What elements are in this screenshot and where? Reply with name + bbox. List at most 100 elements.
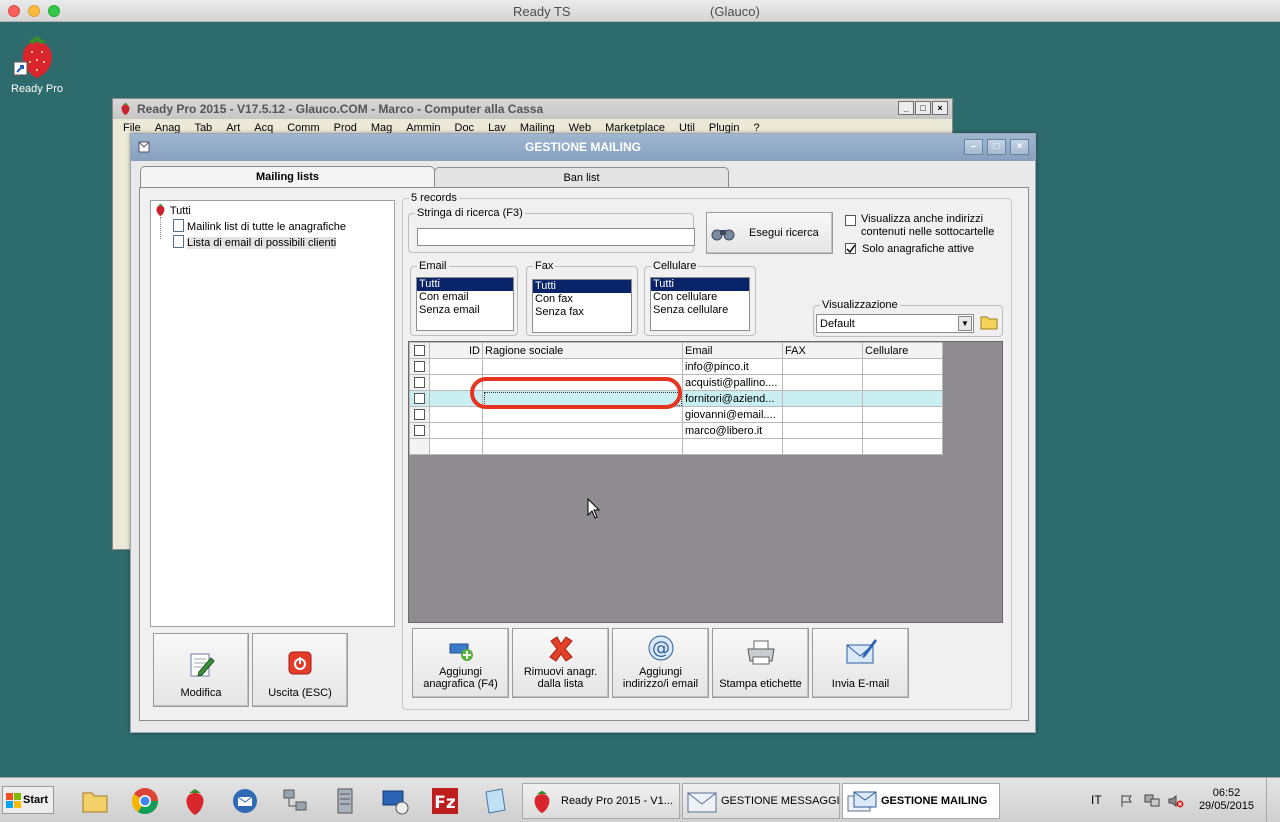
- aggiungi-anagrafica-label: Aggiungi anagrafica (F4): [423, 666, 498, 690]
- column-header-fax[interactable]: FAX: [782, 342, 863, 359]
- fax-filter-list[interactable]: Tutti Con fax Senza fax: [532, 279, 632, 333]
- fax-filter-option[interactable]: Senza fax: [533, 306, 631, 319]
- view-select[interactable]: Default ▼: [816, 314, 974, 333]
- column-header-cellulare[interactable]: Cellulare: [862, 342, 943, 359]
- network-tray-icon[interactable]: [1144, 794, 1160, 808]
- email-filter-option[interactable]: Con email: [417, 291, 513, 304]
- envelope-icon: [687, 792, 717, 813]
- show-desktop-button[interactable]: [1266, 778, 1280, 822]
- table-row[interactable]: info@pinco.it: [409, 358, 943, 375]
- speaker-muted-icon[interactable]: [1168, 794, 1184, 808]
- remove-x-icon: [548, 636, 573, 662]
- tab-mailing-lists[interactable]: Mailing lists: [140, 166, 435, 188]
- printer-icon: [746, 640, 775, 665]
- cell-filter-option[interactable]: Con cellulare: [651, 291, 749, 304]
- tray-clock[interactable]: 06:52 29/05/2015: [1199, 787, 1254, 813]
- main-app-title: Ready Pro 2015 - V17.5.12 - Glauco.COM -…: [137, 102, 544, 116]
- row-checkbox[interactable]: [409, 406, 430, 423]
- select-all-checkbox[interactable]: [409, 342, 430, 359]
- dialog-close-button[interactable]: ×: [1010, 139, 1029, 155]
- chevron-down-icon[interactable]: ▼: [958, 316, 972, 331]
- server-icon[interactable]: [330, 786, 360, 816]
- cell-name: [482, 422, 683, 439]
- aggiungi-email-label: Aggiungi indirizzo/i email: [622, 666, 699, 690]
- mailing-list-tree[interactable]: Tutti Mailink list di tutte le anagrafic…: [150, 200, 395, 627]
- search-input[interactable]: [417, 228, 695, 246]
- view-label: Visualizzazione: [820, 299, 900, 311]
- mac-window-user: (Glauco): [710, 4, 760, 19]
- cell-id: [429, 406, 483, 423]
- tree-item[interactable]: Mailink list di tutte le anagrafiche: [173, 219, 346, 233]
- filezilla-icon[interactable]: Fz: [430, 786, 460, 816]
- network-icon[interactable]: [280, 786, 310, 816]
- close-button[interactable]: ×: [932, 101, 948, 115]
- mac-minimize-button[interactable]: [28, 5, 40, 17]
- dialog-maximize-button[interactable]: □: [987, 139, 1006, 155]
- rimuovi-anagrafica-button[interactable]: Rimuovi anagr. dalla lista: [512, 628, 609, 698]
- aggiungi-anagrafica-button[interactable]: Aggiungi anagrafica (F4): [412, 628, 509, 698]
- tree-root[interactable]: Tutti: [154, 203, 191, 217]
- clock-time: 06:52: [1212, 787, 1241, 799]
- uscita-button[interactable]: Uscita (ESC): [252, 633, 348, 707]
- modifica-label: Modifica: [180, 687, 222, 699]
- table-row-empty[interactable]: [409, 438, 943, 455]
- empty-cell: [862, 438, 943, 455]
- email-filter-list[interactable]: Tutti Con email Senza email: [416, 277, 514, 331]
- tree-item-selected[interactable]: Lista di email di possibili clienti: [173, 235, 337, 249]
- email-filter-option[interactable]: Tutti: [417, 278, 513, 291]
- remote-desktop-icon[interactable]: [380, 786, 410, 816]
- cell-filter-option[interactable]: Tutti: [651, 278, 749, 291]
- cell-id: [429, 358, 483, 375]
- cell-filter-option[interactable]: Senza cellulare: [651, 304, 749, 317]
- empty-cell: [429, 438, 483, 455]
- modifica-button[interactable]: Modifica: [153, 633, 249, 707]
- tab-ban-list[interactable]: Ban list: [434, 167, 729, 187]
- folder-icon[interactable]: [980, 314, 998, 331]
- empty-cell: [782, 438, 863, 455]
- row-checkbox[interactable]: [409, 390, 430, 407]
- email-filter-group: Email Tutti Con email Senza email: [410, 260, 518, 336]
- row-checkbox[interactable]: [409, 358, 430, 375]
- empty-cell: [482, 438, 683, 455]
- maximize-button[interactable]: □: [915, 101, 931, 115]
- start-button[interactable]: Start: [2, 786, 54, 814]
- records-grid[interactable]: ID Ragione sociale Email FAX Cellulare i…: [408, 341, 1003, 623]
- column-header-id[interactable]: ID: [429, 342, 483, 359]
- thunderbird-icon[interactable]: [230, 786, 260, 816]
- fax-filter-option[interactable]: Con fax: [533, 293, 631, 306]
- taskbar-item-ready-pro[interactable]: Ready Pro 2015 - V1...: [522, 783, 680, 819]
- aggiungi-email-button[interactable]: @ Aggiungi indirizzo/i email: [612, 628, 709, 698]
- mac-close-button[interactable]: [8, 5, 20, 17]
- column-header-ragione-sociale[interactable]: Ragione sociale: [482, 342, 683, 359]
- email-filter-option[interactable]: Senza email: [417, 304, 513, 317]
- minimize-button[interactable]: _: [898, 101, 914, 115]
- fax-filter-option[interactable]: Tutti: [533, 280, 631, 293]
- invia-email-button[interactable]: Invia E-mail: [812, 628, 909, 698]
- table-row[interactable]: marco@libero.it: [409, 422, 943, 439]
- language-indicator[interactable]: IT: [1091, 793, 1102, 807]
- invia-email-label: Invia E-mail: [831, 678, 890, 690]
- mac-zoom-button[interactable]: [48, 5, 60, 17]
- row-checkbox[interactable]: [409, 374, 430, 391]
- dialog-minimize-button[interactable]: –: [964, 139, 983, 155]
- strawberry-icon[interactable]: [180, 786, 210, 816]
- chrome-icon[interactable]: [130, 786, 160, 816]
- cell-filter-list[interactable]: Tutti Con cellulare Senza cellulare: [650, 277, 750, 331]
- stampa-etichette-button[interactable]: Stampa etichette: [712, 628, 809, 698]
- desktop-icon-ready-pro[interactable]: Ready Pro: [10, 30, 64, 95]
- fax-filter-label: Fax: [533, 260, 556, 272]
- dialog-title: GESTIONE MAILING: [524, 140, 641, 154]
- row-checkbox[interactable]: [409, 422, 430, 439]
- column-header-email[interactable]: Email: [682, 342, 783, 359]
- notepad-icon[interactable]: [480, 786, 510, 816]
- file-explorer-icon[interactable]: [80, 786, 110, 816]
- row-header-empty: [409, 438, 430, 455]
- action-center-flag-icon[interactable]: [1120, 794, 1134, 808]
- subfolders-checkbox[interactable]: [845, 215, 856, 226]
- desktop-icon-label: Ready Pro: [11, 83, 63, 95]
- taskbar-item-gestione-messaggi[interactable]: GESTIONE MESSAGGI...: [682, 783, 840, 819]
- active-only-option[interactable]: Solo anagrafiche attive: [845, 243, 1015, 255]
- active-only-checkbox[interactable]: [845, 243, 856, 254]
- esegui-ricerca-button[interactable]: Esegui ricerca: [706, 212, 833, 254]
- taskbar-item-gestione-mailing[interactable]: GESTIONE MAILING: [842, 783, 1000, 819]
